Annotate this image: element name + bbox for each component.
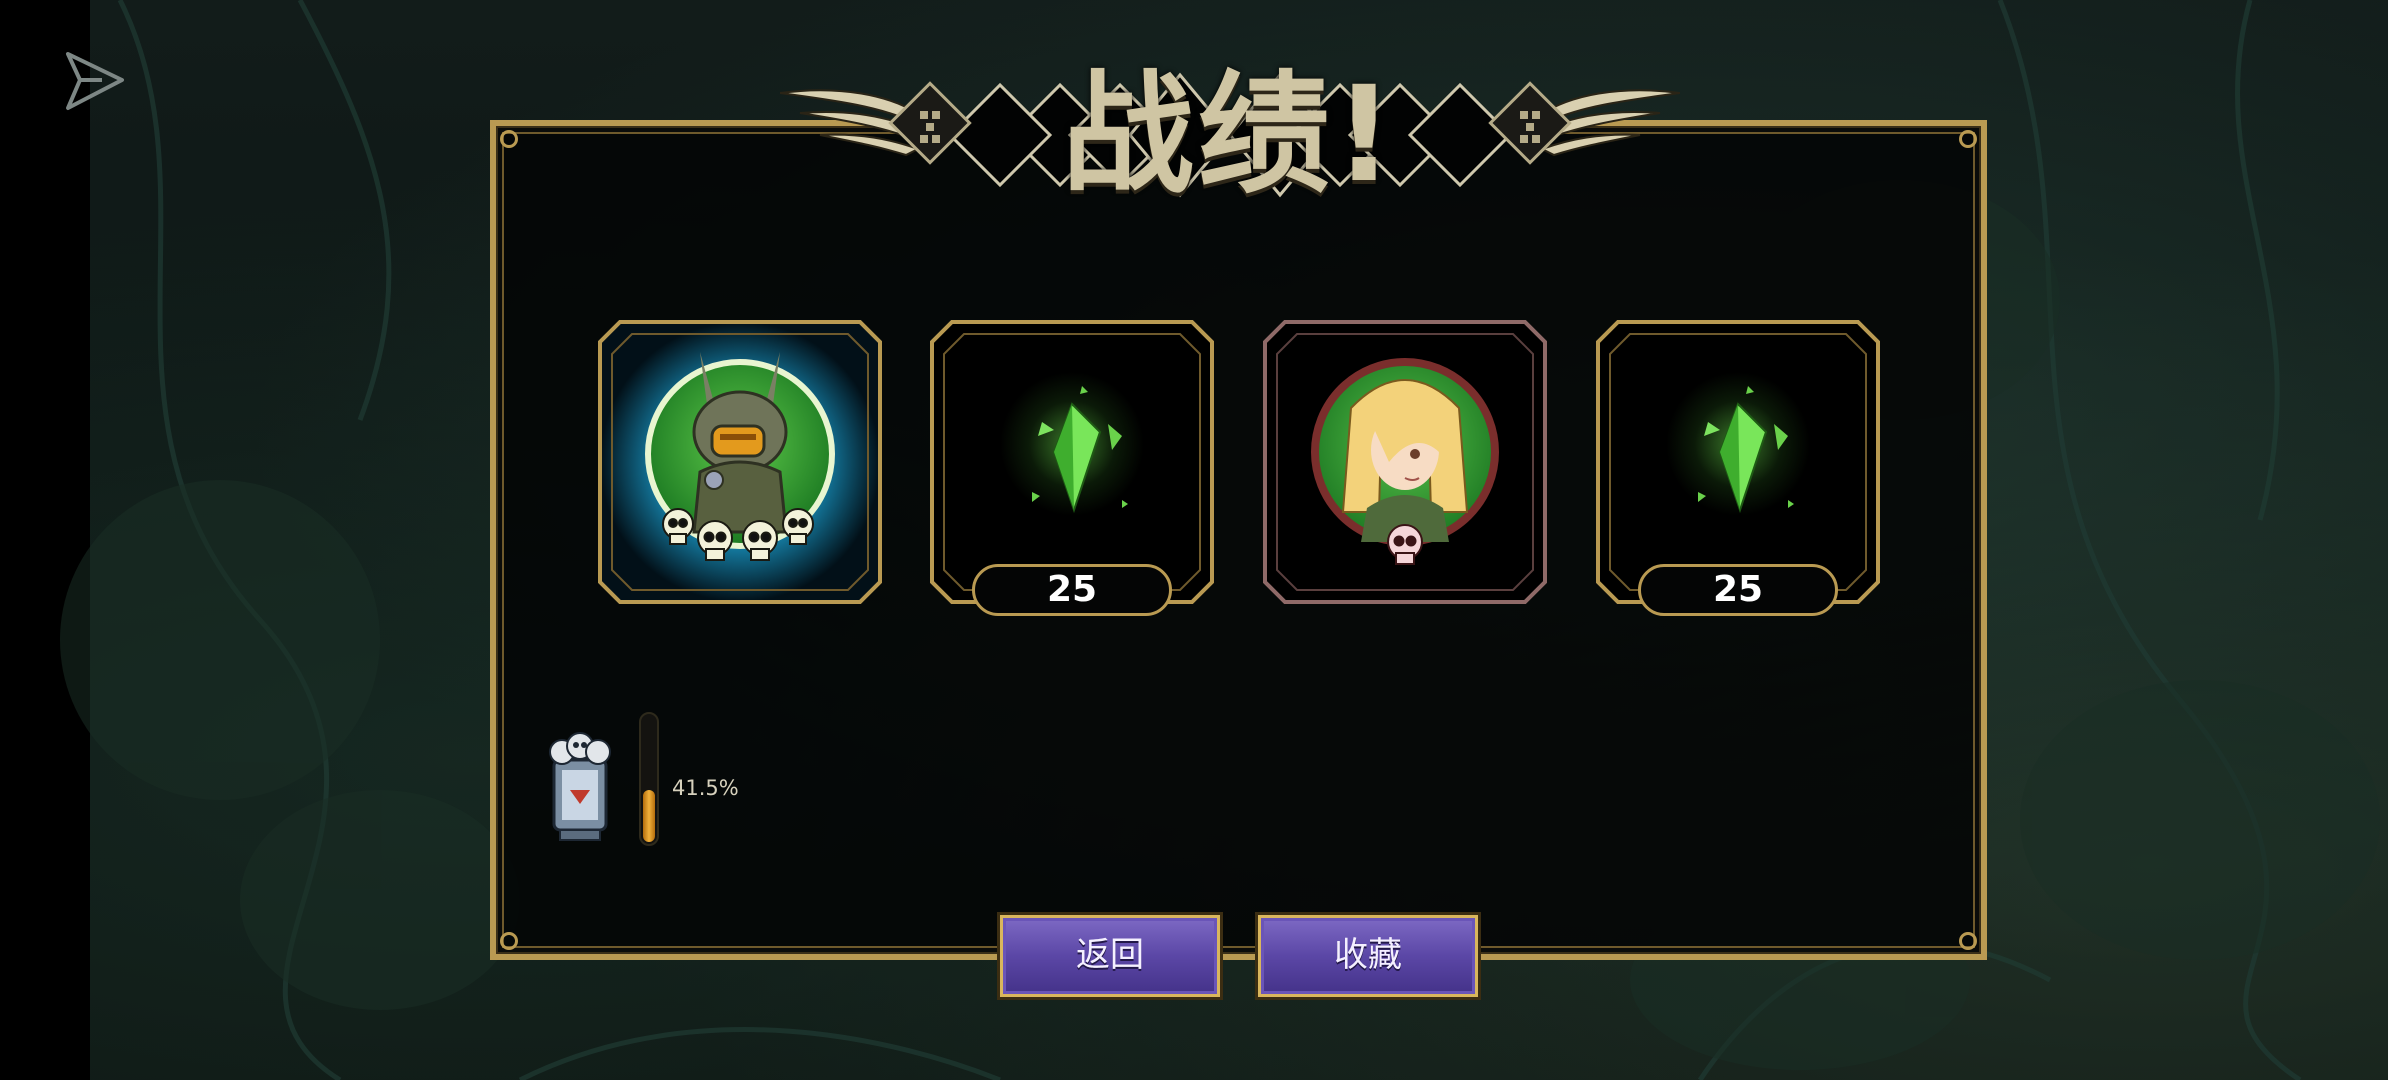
panel-corner	[1959, 932, 1977, 950]
progress-fill	[643, 790, 655, 842]
panel-corner	[1959, 130, 1977, 148]
back-button[interactable]: 返回	[1000, 915, 1220, 997]
panel-corner	[500, 932, 518, 950]
reward-count: 25	[1638, 564, 1838, 616]
reward-card-crystal[interactable]: 25	[922, 312, 1222, 616]
progress-bar	[639, 712, 659, 846]
title-container: 战绩!	[780, 50, 1680, 220]
card-frame	[1263, 320, 1547, 604]
progress-percent: 41.5%	[672, 776, 739, 800]
panel-corner	[500, 130, 518, 148]
share-icon[interactable]	[62, 48, 128, 114]
collect-button[interactable]: 收藏	[1258, 915, 1478, 997]
skull-trophy-icon	[549, 732, 611, 841]
reward-count: 25	[972, 564, 1172, 616]
reward-card-character[interactable]	[1255, 312, 1555, 612]
reward-card-crystal[interactable]: 25	[1588, 312, 1888, 616]
page-title: 战绩!	[1061, 58, 1399, 212]
battle-results-screen: 战绩! 25 25 41.5% 返回 收藏	[0, 0, 2388, 1080]
card-frame	[598, 320, 882, 604]
reward-card-character[interactable]	[590, 312, 890, 612]
